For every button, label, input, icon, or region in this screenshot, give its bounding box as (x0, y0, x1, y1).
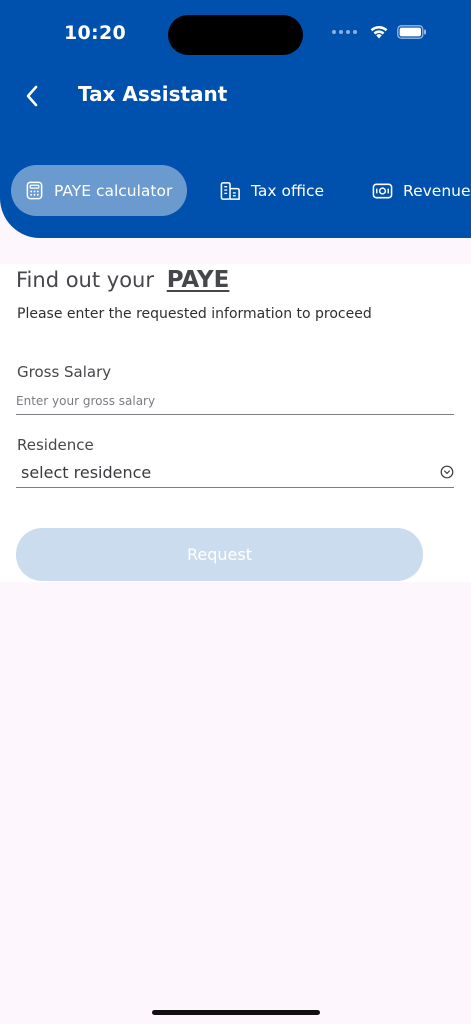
residence-underline (16, 487, 454, 488)
heading-emphasis: PAYE (166, 267, 230, 293)
tab-bar: PAYE calculator Tax office Revenue (0, 165, 471, 217)
signal-dots-icon (332, 29, 357, 34)
gross-salary-label: Gross Salary (17, 363, 112, 381)
tab-tax-office[interactable]: Tax office (220, 165, 324, 216)
money-icon (372, 183, 393, 198)
residence-select[interactable]: select residence (16, 458, 454, 486)
status-icons (332, 24, 427, 39)
status-time: 10:20 (64, 22, 126, 44)
calculator-icon (26, 181, 43, 200)
paye-form: Find out your PAYE Please enter the requ… (0, 264, 471, 582)
tab-label: Revenue (403, 181, 471, 200)
gross-salary-underline (16, 414, 454, 415)
residence-label: Residence (17, 436, 94, 454)
form-subtitle: Please enter the requested information t… (17, 306, 372, 322)
tab-label: PAYE calculator (54, 181, 173, 200)
back-button[interactable] (18, 80, 46, 112)
page-title: Tax Assistant (78, 82, 228, 106)
chevron-down-circle-icon (440, 465, 454, 479)
battery-icon (397, 24, 426, 39)
nav-bar: Tax Assistant (0, 78, 471, 114)
wifi-icon (370, 25, 388, 39)
gross-salary-input[interactable] (16, 390, 454, 412)
residence-selected-value: select residence (21, 462, 152, 482)
tab-revenue[interactable]: Revenue (372, 165, 471, 216)
tab-paye-calculator[interactable]: PAYE calculator (11, 165, 187, 216)
chevron-left-icon (26, 85, 38, 107)
form-heading: Find out your PAYE (16, 267, 229, 293)
heading-prefix: Find out your (16, 268, 154, 292)
home-indicator (152, 1010, 320, 1015)
app-header: 10:20 Tax Assistant PAYE calculator Tax … (0, 0, 471, 238)
building-icon (220, 181, 240, 200)
tab-label: Tax office (251, 181, 325, 200)
dynamic-island (168, 15, 303, 55)
request-button[interactable]: Request (16, 528, 423, 581)
